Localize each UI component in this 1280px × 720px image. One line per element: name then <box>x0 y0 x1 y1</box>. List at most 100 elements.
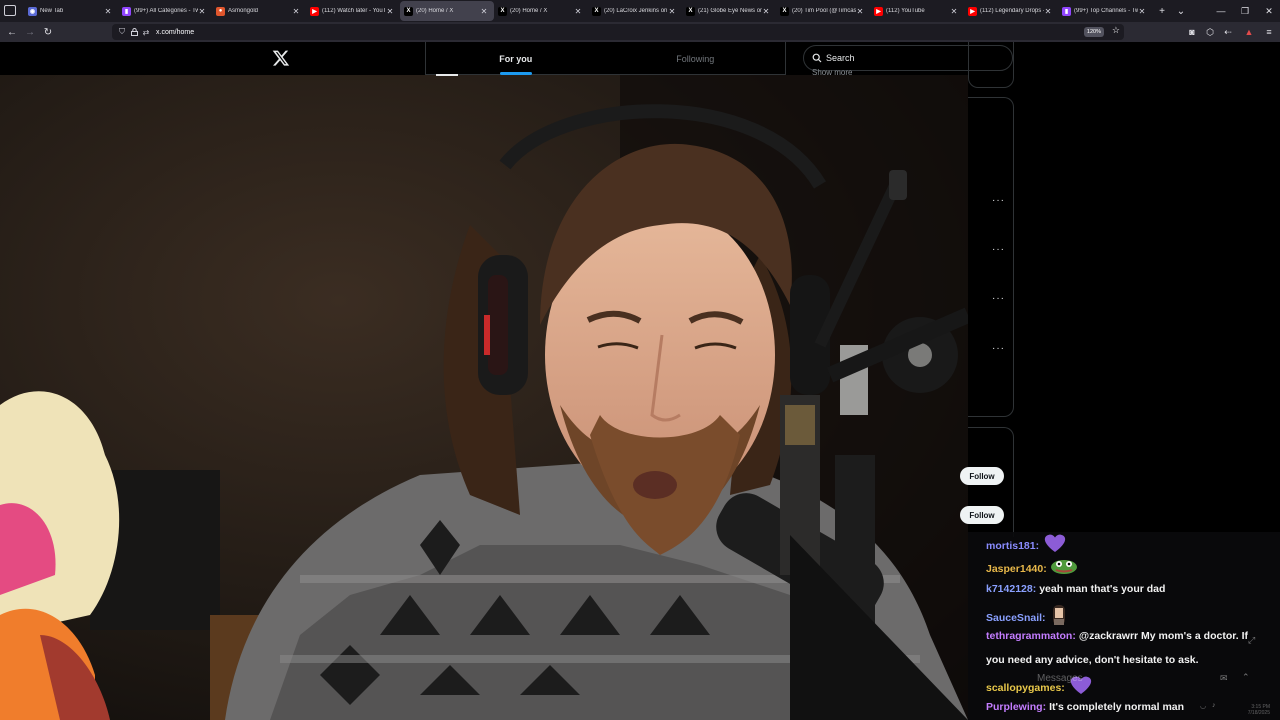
address-bar[interactable]: ⛉ ⇄ x.com/home 120% ☆ <box>112 24 1124 40</box>
browser-tab[interactable]: X (20) LaCroix Jenkins on X ✕ <box>588 1 682 21</box>
zoom-level-badge[interactable]: 120% <box>1083 27 1104 37</box>
browser-tab[interactable]: ● Asmongold ✕ <box>212 1 306 21</box>
tab-close-icon[interactable]: ✕ <box>574 7 582 16</box>
browser-tab[interactable]: ▮ (99+) All Categories - Tw ✕ <box>118 1 212 21</box>
tab-title: (99+) Top Channels - Tw <box>1074 8 1138 14</box>
trend-more-icon[interactable]: ··· <box>992 244 1005 255</box>
tab-close-icon[interactable]: ✕ <box>950 7 958 16</box>
x-logo-icon[interactable] <box>272 49 290 67</box>
lock-icon[interactable] <box>128 25 140 39</box>
tab-title: (20) Tim Pool (@Timcast <box>792 8 856 14</box>
tab-close-icon[interactable]: ✕ <box>198 7 206 16</box>
chat-message-text: yeah man that's your dad <box>1039 583 1166 596</box>
active-tab-indicator <box>499 72 532 75</box>
browser-tab[interactable]: ▶ (112) YouTube ✕ <box>870 1 964 21</box>
browser-tab[interactable]: ▶ (112) Watch later - YouTu ✕ <box>306 1 400 21</box>
youtube-icon: ▶ <box>968 6 977 16</box>
window-close-button[interactable]: ✕ <box>1257 0 1280 22</box>
trend-more-icon[interactable]: ··· <box>992 293 1005 304</box>
chat-message: tethragrammaton: @zackrawrr My mom's a do… <box>986 627 1248 646</box>
tab-title: (20) LaCroix Jenkins on X <box>604 8 668 14</box>
forward-arrow-icon[interactable]: → <box>21 23 39 41</box>
tab-close-icon[interactable]: ✕ <box>668 7 676 16</box>
chat-username[interactable]: Purplewing: <box>986 701 1046 713</box>
browser-tab[interactable]: X (20) Home / X ✕ <box>400 1 494 21</box>
tab-list: ◉ New Tab ✕ ▮ (99+) All Categories - Tw ✕ ● Asm… <box>24 1 1152 21</box>
compose-indicator <box>436 74 458 76</box>
extensions-icon[interactable]: ⬡ <box>1202 23 1218 41</box>
search-icon <box>812 53 822 63</box>
tab-for-you-label: For you <box>499 53 533 64</box>
x-icon: X <box>404 6 413 16</box>
trend-more-icon[interactable]: ··· <box>992 195 1005 206</box>
x-icon: X <box>686 6 695 16</box>
tab-close-icon[interactable]: ✕ <box>386 7 394 16</box>
chat-message-text: @zackrawrr My mom's a doctor. If <box>1078 630 1248 643</box>
twitch-icon: ▮ <box>122 6 131 16</box>
reload-icon[interactable]: ↻ <box>39 23 57 41</box>
chat-username[interactable]: mortis181: <box>986 540 1039 552</box>
tab-title: Asmongold <box>228 8 259 14</box>
tab-close-icon[interactable]: ✕ <box>1044 7 1052 16</box>
browser-tab[interactable]: ◉ New Tab ✕ <box>24 1 118 21</box>
menu-icon[interactable]: ≡ <box>1261 23 1277 41</box>
youtube-icon: ▶ <box>874 6 883 16</box>
chat-username[interactable]: k7142128: <box>986 583 1036 595</box>
chat-message-text: It's completely normal man <box>1049 701 1185 714</box>
sync-icon[interactable]: ⇠ <box>1220 23 1236 41</box>
tab-title: (20) Home / X <box>416 8 454 14</box>
tab-close-icon[interactable]: ✕ <box>762 7 770 16</box>
tab-title: (20) Home / X <box>510 8 548 14</box>
whats-happening-card <box>968 97 1014 417</box>
firefox-icon: ◉ <box>28 6 37 16</box>
clock-date: 7/18/2025 <box>1247 710 1270 716</box>
chat-username[interactable]: SauceSnail: <box>986 612 1046 624</box>
twitch-icon: ▮ <box>1062 6 1071 16</box>
chat-message: Jasper1440: <box>986 557 1078 582</box>
tab-for-you[interactable]: For you <box>426 42 606 75</box>
tab-list-button[interactable]: ⌄ <box>1171 1 1191 21</box>
tab-close-icon[interactable]: ✕ <box>292 7 300 16</box>
trend-more-icon[interactable]: ··· <box>992 343 1005 354</box>
permissions-icon[interactable]: ⇄ <box>140 25 152 39</box>
maximize-button[interactable]: ❐ <box>1233 0 1257 22</box>
browser-tab[interactable]: ▮ (99+) Top Channels - Tw ✕ <box>1058 1 1152 21</box>
browser-tab[interactable]: X (20) Tim Pool (@Timcast ✕ <box>776 1 870 21</box>
chat-username[interactable]: tethragrammaton: <box>986 630 1076 642</box>
back-arrow-icon[interactable]: ← <box>3 23 21 41</box>
tab-following-label: Following <box>676 53 715 64</box>
chat-username[interactable]: Jasper1440: <box>986 563 1047 575</box>
streamer-webcam-image <box>0 75 968 720</box>
tab-following[interactable]: Following <box>606 42 786 75</box>
pocket-icon[interactable]: ◙ <box>1184 23 1200 41</box>
tab-close-icon[interactable]: ✕ <box>480 7 488 16</box>
x-icon: X <box>592 6 601 16</box>
tab-close-icon[interactable]: ✕ <box>1138 7 1146 16</box>
bookmark-star-icon[interactable]: ☆ <box>1112 25 1120 36</box>
browser-tab[interactable]: ▶ (112) Legendary Drops - ✕ <box>964 1 1058 21</box>
youtube-icon: ▶ <box>310 6 319 16</box>
follow-button[interactable]: Follow <box>960 467 1004 485</box>
tab-close-icon[interactable]: ✕ <box>104 7 112 16</box>
chat-message: k7142128: yeah man that's your dad <box>986 580 1165 599</box>
addon-icon[interactable]: ▲ <box>1241 23 1257 41</box>
webcam-overlay <box>0 75 968 720</box>
wifi-icon: ◡ <box>1200 703 1207 710</box>
messages-label: Messages <box>1037 673 1083 684</box>
chat-message-text: you need any advice, don't hesitate to a… <box>986 654 1199 666</box>
browser-tab[interactable]: X (21) Globe Eye News on ✕ <box>682 1 776 21</box>
system-clock: 3:15 PM 7/18/2025 <box>1248 704 1270 716</box>
tab-title: (21) Globe Eye News on <box>698 8 762 14</box>
speaker-icon: ♪ <box>1212 702 1216 709</box>
tab-close-icon[interactable]: ✕ <box>856 7 864 16</box>
sidebar-toggle-icon[interactable] <box>4 5 16 16</box>
follow-button[interactable]: Follow <box>960 506 1004 524</box>
browser-tab[interactable]: X (20) Home / X ✕ <box>494 1 588 21</box>
chat-message: Purplewing: It's completely normal man <box>986 698 1184 717</box>
show-more-link[interactable]: Show more <box>812 68 852 76</box>
new-tab-button[interactable]: + <box>1152 1 1172 21</box>
minimize-button[interactable]: — <box>1209 0 1233 22</box>
browser-nav-bar: ← → ↻ ⛉ ⇄ x.com/home 120% ☆ <box>0 22 1280 42</box>
shield-icon[interactable]: ⛉ <box>116 25 128 39</box>
browser-tab-strip: ◉ New Tab ✕ ▮ (99+) All Categories - Tw ✕ ● Asm… <box>0 0 1280 22</box>
